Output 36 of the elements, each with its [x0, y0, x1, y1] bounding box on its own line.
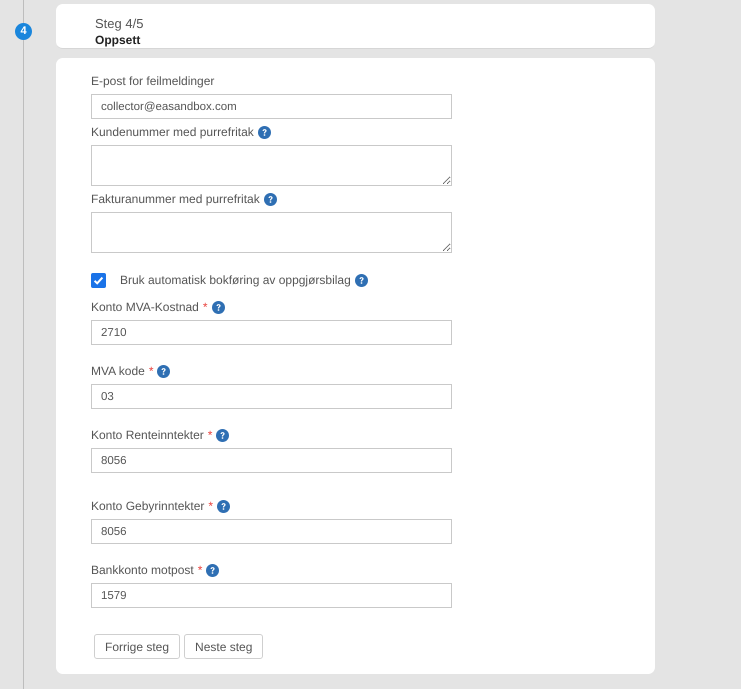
textarea-field[interactable] [91, 212, 452, 253]
field-label: Kundenummer med purrefritak [91, 124, 254, 140]
required-mark: * [208, 498, 214, 514]
help-icon[interactable] [258, 126, 271, 138]
required-mark: * [208, 427, 212, 443]
required-mark: * [202, 299, 208, 315]
help-icon[interactable] [206, 564, 220, 576]
input-field[interactable]: 8056 [91, 519, 452, 544]
field-label: E-post for feilmeldinger [91, 73, 214, 89]
input-field[interactable]: collector@easandbox.com [91, 94, 452, 119]
field-label: Bankkonto motpost [91, 562, 194, 578]
step-button[interactable]: Forrige steg [94, 634, 180, 659]
help-icon[interactable] [354, 274, 368, 286]
field-label: Fakturanummer med purrefritak [91, 191, 260, 207]
step-counter: Steg 4/5 [95, 15, 144, 32]
input-field[interactable]: 8056 [91, 448, 452, 473]
help-icon[interactable] [217, 500, 230, 512]
help-icon[interactable] [216, 428, 230, 442]
input-field[interactable]: 03 [91, 384, 452, 409]
help-icon[interactable] [264, 192, 277, 206]
checkbox[interactable] [91, 272, 106, 288]
field-label: Konto MVA-Kostnad [91, 299, 199, 315]
help-icon[interactable] [157, 364, 170, 378]
field-label: Konto Gebyrinntekter [91, 498, 204, 514]
step-title: Oppsett [95, 32, 140, 48]
field-label: MVA kode [91, 363, 145, 379]
textarea-field[interactable] [91, 145, 452, 186]
input-field[interactable]: 2710 [91, 320, 452, 345]
field-label: Konto Renteinntekter [91, 427, 204, 443]
step-button[interactable]: Neste steg [184, 634, 264, 659]
required-mark: * [198, 562, 202, 578]
help-icon[interactable] [212, 300, 225, 314]
checkbox-label: Bruk automatisk bokføring av oppgjørsbilag [120, 272, 351, 288]
required-mark: * [148, 363, 154, 379]
input-field[interactable]: 1579 [91, 583, 452, 608]
step-number-badge: 4 [15, 23, 32, 40]
